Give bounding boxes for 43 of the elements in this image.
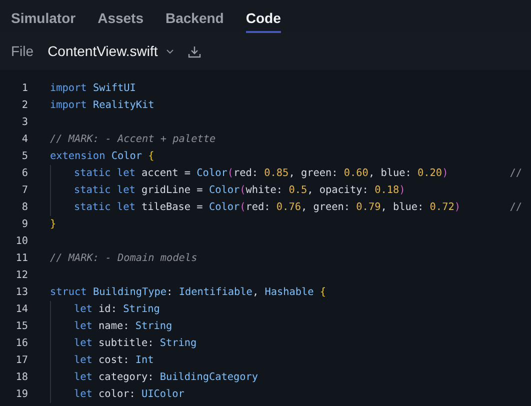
line-number: 1 — [20, 82, 28, 96]
code-line: static let accent = Color(red: 0.85, green: 0.60, blue: 0.20) // — [74, 166, 522, 181]
line-number: 14 — [14, 302, 28, 317]
line-number: 4 — [20, 132, 28, 147]
code-line: let cost: Int — [74, 354, 155, 368]
line-number: 5 — [20, 150, 28, 164]
code-line: static let gridLine = Color(white: 0.5, opacity: 0.18) — [74, 184, 406, 198]
code-line: let id: String — [74, 302, 161, 317]
code-line: struct BuildingType: Identifiable, Hashable { — [50, 286, 328, 300]
line-number: 6 — [20, 166, 28, 181]
code-line: import RealityKit — [50, 98, 156, 113]
code-line: let category: BuildingCategory — [74, 370, 260, 385]
code-line: let subtitle: String — [74, 336, 198, 351]
code-line: extension Color { — [50, 150, 156, 164]
line-number: 15 — [14, 320, 28, 334]
file-dropdown[interactable]: ContentView.swift — [48, 41, 174, 62]
tab[interactable]: Assets — [98, 0, 144, 33]
tab[interactable]: Backend — [166, 0, 224, 33]
line-number: 12 — [14, 268, 28, 283]
line-number: 11 — [14, 252, 28, 266]
line-number: 16 — [14, 336, 28, 351]
download-button[interactable] — [188, 46, 201, 58]
code-line: } — [50, 218, 58, 232]
line-number: 3 — [20, 116, 28, 130]
line-number: 18 — [14, 370, 28, 385]
code-line: import SwiftUI — [50, 82, 137, 96]
file-label: File — [11, 42, 34, 61]
line-number: 17 — [14, 354, 28, 368]
line-number: 2 — [20, 98, 28, 113]
line-number: 7 — [20, 184, 28, 198]
code-line: static let tileBase = Color(red: 0.76, green: 0.79, blue: 0.72) // — [74, 200, 522, 215]
tab[interactable]: Simulator — [11, 0, 76, 33]
download-icon — [188, 46, 201, 58]
code-line: // MARK: - Domain models — [50, 252, 198, 266]
line-number: 9 — [20, 218, 28, 232]
code-line: // MARK: - Accent + palette — [50, 132, 217, 147]
line-number: 13 — [14, 286, 28, 300]
line-number: 10 — [14, 234, 28, 249]
chevron-down-icon — [166, 49, 174, 54]
code-line: let color: UIColor — [74, 388, 186, 402]
line-number: 19 — [14, 388, 28, 402]
line-number: 8 — [20, 200, 28, 215]
code-line: let name: String — [74, 320, 174, 334]
